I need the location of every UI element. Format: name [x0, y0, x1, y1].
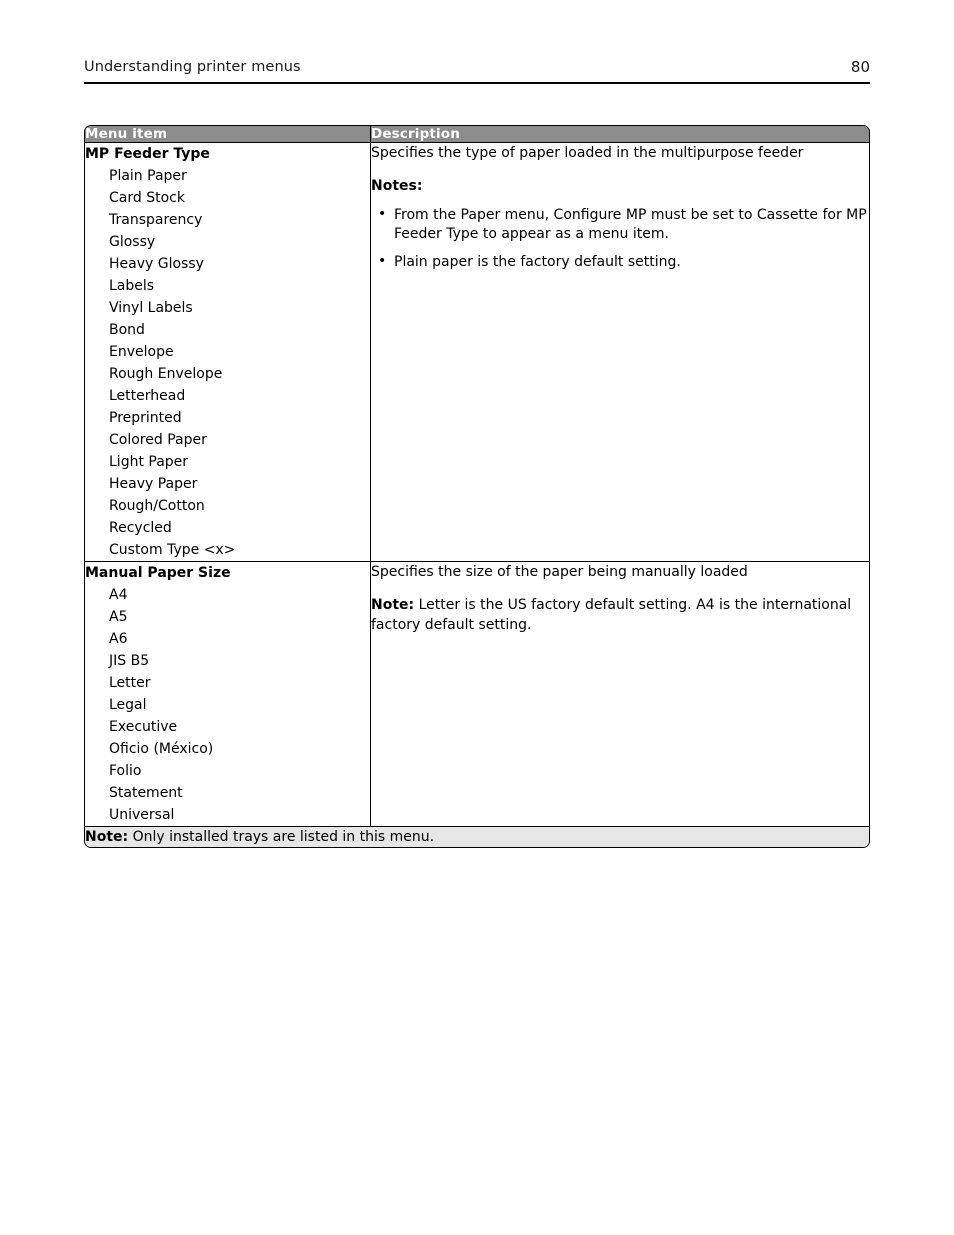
description-intro: Specifies the size of the paper being ma…	[371, 564, 748, 580]
menu-option-list: A4 A5 A6 JIS B5 Letter Legal Executive O…	[85, 584, 370, 826]
column-header-menu-item: Menu item	[85, 126, 371, 143]
printer-menu-table: Menu item Description MP Feeder Type Pla…	[84, 125, 870, 848]
description-note: Note: Letter is the US factory default s…	[371, 595, 869, 635]
table-footnote: Note: Only installed trays are listed in…	[85, 827, 869, 847]
list-item: Light Paper	[109, 454, 189, 470]
list-item: Glossy	[109, 234, 156, 250]
list-item: Envelope	[109, 344, 174, 360]
list-item: A6	[109, 631, 128, 647]
notes-label: Notes:	[371, 178, 423, 194]
list-item: Letterhead	[109, 388, 186, 404]
list-item: Plain paper is the factory default setti…	[371, 252, 869, 272]
list-item: Heavy Paper	[109, 476, 198, 492]
list-item: Plain Paper	[109, 168, 187, 184]
menu-item-title: Manual Paper Size	[85, 565, 231, 581]
page-title: Understanding printer menus	[84, 59, 301, 75]
table-header-row: Menu item Description	[85, 126, 869, 143]
list-item: Labels	[109, 278, 155, 294]
list-item: Colored Paper	[109, 432, 207, 448]
list-item: Vinyl Labels	[109, 300, 193, 316]
list-item: JIS B5	[109, 653, 150, 669]
list-item: Rough Envelope	[109, 366, 223, 382]
list-item: A5	[109, 609, 128, 625]
table-head: Menu item Description	[85, 126, 869, 143]
list-item: From the Paper menu, Configure MP must b…	[371, 205, 869, 244]
list-item: Universal	[109, 807, 175, 823]
list-item: Oficio (México)	[109, 741, 214, 757]
header-divider	[84, 82, 870, 84]
list-item: Bond	[109, 322, 145, 338]
table-row: Manual Paper Size A4 A5 A6 JIS B5 Letter…	[85, 562, 869, 827]
menu-item-cell-mp-feeder-type: MP Feeder Type Plain Paper Card Stock Tr…	[85, 143, 371, 562]
list-item: Statement	[109, 785, 183, 801]
column-header-description: Description	[371, 126, 869, 143]
list-item: A4	[109, 587, 128, 603]
menu-item-title: MP Feeder Type	[85, 146, 210, 162]
footnote-label: Note:	[85, 829, 129, 845]
list-item: Card Stock	[109, 190, 185, 206]
table-row: MP Feeder Type Plain Paper Card Stock Tr…	[85, 143, 869, 562]
list-item: Executive	[109, 719, 178, 735]
list-item: Rough/Cotton	[109, 498, 205, 514]
description-cell-mp-feeder-type: Specifies the type of paper loaded in th…	[371, 143, 869, 562]
document-page: Understanding printer menus 80 Menu item…	[0, 0, 954, 1235]
note-label: Note:	[371, 597, 415, 613]
note-text: Letter is the US factory default setting…	[371, 597, 852, 633]
page-number: 80	[850, 58, 870, 76]
list-item: Heavy Glossy	[109, 256, 204, 272]
list-item: Recycled	[109, 520, 172, 536]
description-cell-manual-paper-size: Specifies the size of the paper being ma…	[371, 562, 869, 827]
table-body: MP Feeder Type Plain Paper Card Stock Tr…	[85, 143, 869, 847]
description-intro: Specifies the type of paper loaded in th…	[371, 145, 804, 161]
list-item: Custom Type <x>	[109, 542, 236, 558]
list-item: Transparency	[109, 212, 203, 228]
list-item: Letter	[109, 675, 151, 691]
list-item: Legal	[109, 697, 147, 713]
running-header: Understanding printer menus 80	[84, 58, 870, 76]
footnote-text: Only installed trays are listed in this …	[132, 829, 435, 845]
notes-list: From the Paper menu, Configure MP must b…	[371, 205, 869, 272]
printer-menu-table-container: Menu item Description MP Feeder Type Pla…	[84, 125, 870, 848]
list-item: Preprinted	[109, 410, 182, 426]
table-footnote-row: Note: Only installed trays are listed in…	[85, 827, 869, 847]
menu-item-cell-manual-paper-size: Manual Paper Size A4 A5 A6 JIS B5 Letter…	[85, 562, 371, 827]
list-item: Folio	[109, 763, 142, 779]
menu-option-list: Plain Paper Card Stock Transparency Glos…	[85, 165, 370, 561]
